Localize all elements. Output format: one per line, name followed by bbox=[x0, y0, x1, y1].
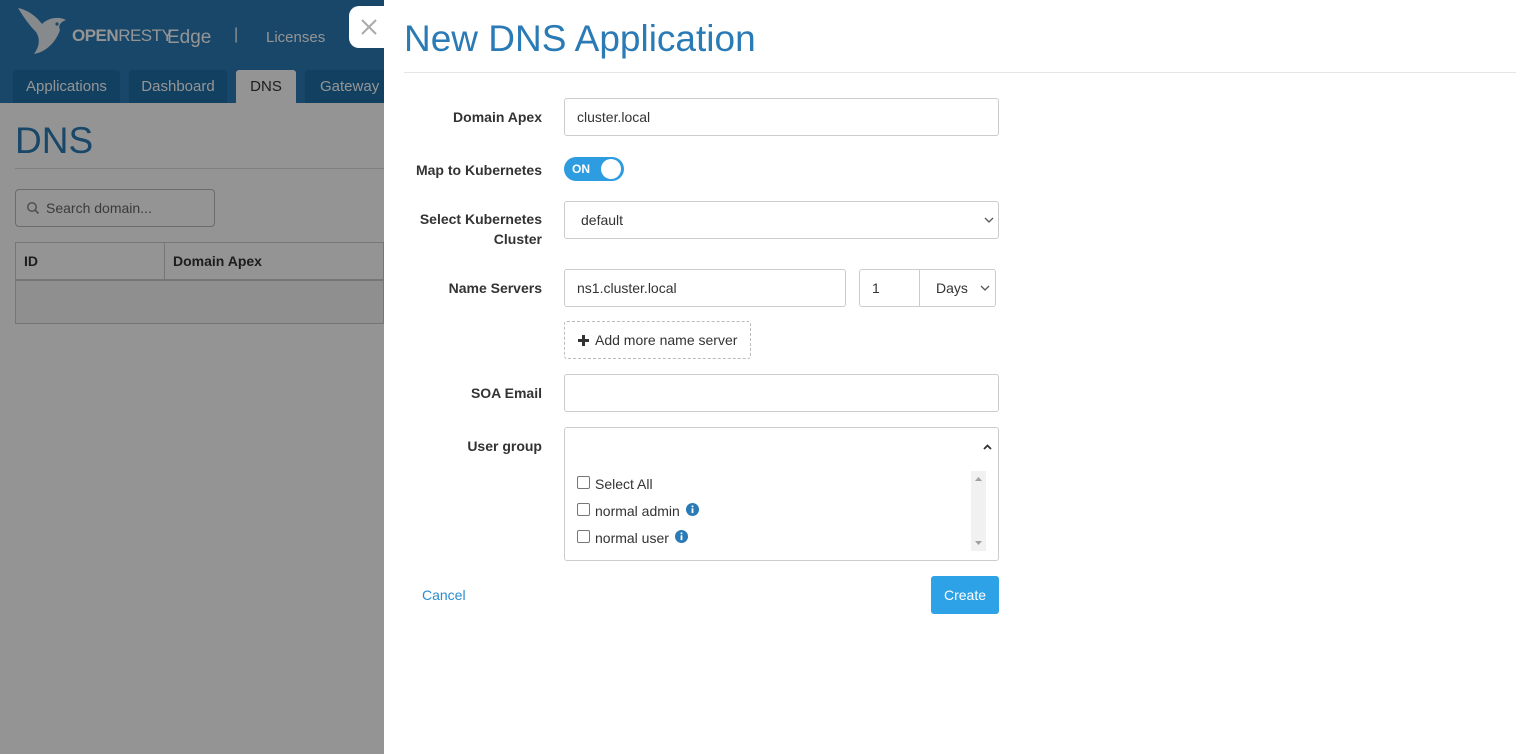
domain-apex-input[interactable] bbox=[564, 98, 999, 136]
user-group-options: Select All normal admin normal user bbox=[577, 472, 977, 553]
close-icon bbox=[361, 19, 377, 35]
option-label: normal admin bbox=[595, 503, 680, 519]
kubernetes-cluster-label: Select Kubernetes Cluster bbox=[384, 209, 542, 249]
scroll-down-arrow-icon[interactable] bbox=[975, 541, 982, 545]
name-servers-label: Name Servers bbox=[448, 280, 542, 296]
cancel-link[interactable]: Cancel bbox=[422, 587, 466, 603]
info-icon[interactable] bbox=[686, 503, 699, 516]
chevron-down-icon bbox=[984, 217, 994, 223]
option-label: normal user bbox=[595, 530, 669, 546]
ttl-unit-selected-value: Days bbox=[936, 280, 968, 296]
plus-icon bbox=[578, 335, 589, 346]
kubernetes-cluster-label-line2: Cluster bbox=[493, 231, 542, 247]
toggle-knob bbox=[601, 159, 621, 179]
select-all-checkbox[interactable] bbox=[577, 476, 590, 489]
user-group-option-normal-user[interactable]: normal user bbox=[577, 526, 977, 553]
name-server-input[interactable] bbox=[564, 269, 846, 307]
kubernetes-cluster-select[interactable]: default bbox=[564, 201, 999, 239]
user-group-option-normal-admin[interactable]: normal admin bbox=[577, 499, 977, 526]
soa-email-input[interactable] bbox=[564, 374, 999, 412]
chevron-up-icon[interactable] bbox=[983, 444, 992, 450]
ttl-unit-select[interactable]: Days bbox=[919, 269, 996, 307]
user-group-multiselect[interactable]: Select All normal admin normal user bbox=[564, 427, 999, 561]
add-name-server-label: Add more name server bbox=[595, 332, 738, 348]
create-button[interactable]: Create bbox=[931, 576, 999, 614]
soa-email-label: SOA Email bbox=[470, 385, 542, 401]
user-group-option-select-all[interactable]: Select All bbox=[577, 472, 977, 499]
scroll-up-arrow-icon[interactable] bbox=[975, 477, 982, 481]
normal-user-checkbox[interactable] bbox=[577, 530, 590, 543]
modal-title: New DNS Application bbox=[404, 18, 756, 59]
toggle-state-label: ON bbox=[572, 162, 590, 176]
chevron-down-icon bbox=[980, 285, 990, 292]
modal-title-divider bbox=[404, 72, 1516, 73]
kubernetes-cluster-selected-value: default bbox=[581, 212, 624, 228]
normal-admin-checkbox[interactable] bbox=[577, 503, 590, 516]
option-label: Select All bbox=[595, 476, 653, 492]
close-button[interactable] bbox=[349, 6, 389, 48]
info-icon[interactable] bbox=[675, 530, 688, 543]
user-group-scrollbar[interactable] bbox=[971, 471, 986, 551]
new-dns-application-drawer: New DNS Application Domain Apex Map to K… bbox=[384, 0, 1536, 754]
kubernetes-cluster-label-line1: Select Kubernetes bbox=[419, 211, 542, 227]
map-to-kubernetes-label: Map to Kubernetes bbox=[415, 162, 542, 178]
domain-apex-label: Domain Apex bbox=[453, 109, 542, 125]
user-group-label: User group bbox=[467, 438, 542, 454]
map-to-kubernetes-toggle[interactable]: ON bbox=[564, 157, 624, 181]
ttl-value-input[interactable] bbox=[859, 269, 920, 307]
add-name-server-button[interactable]: Add more name server bbox=[564, 321, 751, 359]
